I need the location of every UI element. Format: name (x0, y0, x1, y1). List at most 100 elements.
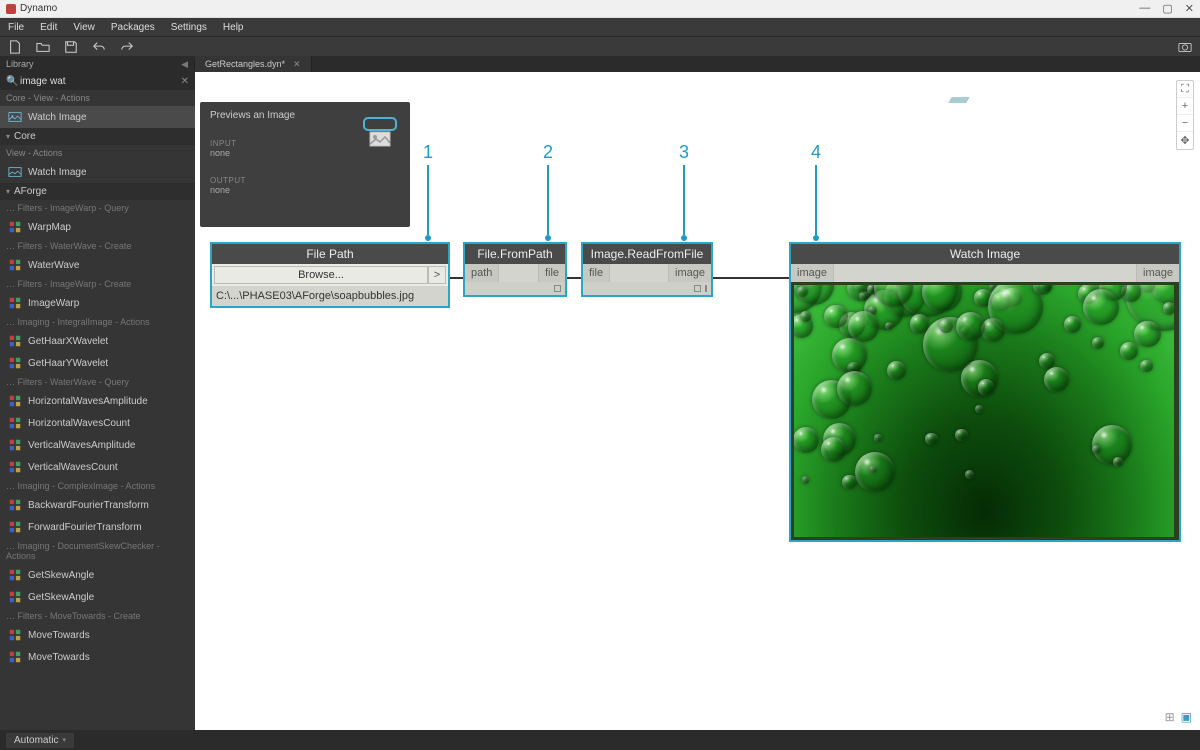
output-port-image[interactable]: image (668, 264, 711, 282)
library-panel: 🔍 ✕ Core - View - Actions Watch Image Co… (0, 72, 195, 730)
maximize-button[interactable]: ▢ (1162, 2, 1172, 15)
canvas-nav-controls: ⛶ + − ✥ (1176, 80, 1194, 150)
input-port-image[interactable]: image (791, 264, 834, 282)
library-item[interactable]: GetSkewAngle (0, 564, 195, 586)
node-watch-image[interactable]: Watch Image image image (789, 242, 1181, 542)
input-port-file[interactable]: file (583, 264, 610, 282)
minimize-button[interactable]: — (1139, 2, 1150, 15)
clear-search-icon[interactable]: ✕ (181, 76, 189, 87)
open-file-icon[interactable] (36, 40, 50, 54)
annotation-1: 1 (423, 142, 433, 241)
status-bar: Automatic (0, 730, 1200, 750)
menu-settings[interactable]: Settings (171, 22, 207, 33)
watch-image-preview (791, 282, 1179, 540)
library-item[interactable]: WaterWave (0, 254, 195, 276)
lacing-icon[interactable] (694, 285, 701, 292)
library-item[interactable]: BackwardFourierTransform (0, 494, 195, 516)
graph-canvas[interactable]: Previews an Image INPUT none OUTPUT none… (195, 72, 1200, 730)
run-mode-dropdown[interactable]: Automatic (6, 733, 74, 748)
library-subpath: Filters - WaterWave - Create (0, 238, 195, 254)
node-icon (8, 498, 22, 512)
menu-edit[interactable]: Edit (40, 22, 57, 33)
input-port-path[interactable]: path (465, 264, 499, 282)
menu-file[interactable]: File (8, 22, 24, 33)
node-icon (8, 296, 22, 310)
watch-image-icon (8, 165, 22, 179)
new-file-icon[interactable] (8, 40, 22, 54)
undo-icon[interactable] (92, 40, 106, 54)
library-subpath: Imaging - IntegralImage - Actions (0, 314, 195, 330)
section-core[interactable]: Core (0, 128, 195, 145)
search-result-watch-image[interactable]: Watch Image (0, 106, 195, 128)
library-item-label: VerticalWavesAmplitude (28, 440, 135, 451)
library-item[interactable]: HorizontalWavesAmplitude (0, 390, 195, 412)
app-logo-icon (6, 4, 16, 14)
redo-icon[interactable] (120, 40, 134, 54)
search-result-label: Watch Image (28, 112, 87, 123)
tooltip-output-value: none (210, 185, 400, 195)
camera-icon[interactable] (1178, 40, 1192, 54)
toolbar (0, 36, 1200, 56)
library-subpath: Filters - WaterWave - Query (0, 374, 195, 390)
watch-image-icon (8, 110, 22, 124)
library-item-label: GetHaarXWavelet (28, 336, 108, 347)
menu-view[interactable]: View (73, 22, 95, 33)
node-footer (583, 282, 711, 295)
menu-packages[interactable]: Packages (111, 22, 155, 33)
pan-button[interactable]: ✥ (1177, 132, 1193, 149)
document-tab-label: GetRectangles.dyn* (205, 59, 285, 69)
library-item-label: GetSkewAngle (28, 592, 94, 603)
search-input[interactable] (20, 76, 181, 87)
node-icon (8, 220, 22, 234)
library-search: 🔍 ✕ (0, 72, 195, 90)
node-icon (8, 416, 22, 430)
output-port-file[interactable]: file (538, 264, 565, 282)
collapse-library-icon[interactable]: ◀ (181, 59, 188, 70)
browse-button[interactable]: Browse... (214, 266, 428, 284)
library-item[interactable]: VerticalWavesCount (0, 456, 195, 478)
library-item[interactable]: VerticalWavesAmplitude (0, 434, 195, 456)
library-item[interactable]: GetHaarXWavelet (0, 330, 195, 352)
library-item-label: HorizontalWavesCount (28, 418, 130, 429)
library-item[interactable]: MoveTowards (0, 646, 195, 668)
close-button[interactable]: ✕ (1185, 2, 1194, 15)
node-icon (8, 258, 22, 272)
tooltip-image-icon (360, 112, 400, 152)
library-item[interactable]: MoveTowards (0, 624, 195, 646)
menu-help[interactable]: Help (223, 22, 244, 33)
library-item-label: BackwardFourierTransform (28, 500, 149, 511)
browse-expand-button[interactable]: > (428, 266, 446, 284)
annotation-4: 4 (811, 142, 821, 241)
save-icon[interactable] (64, 40, 78, 54)
library-item-label: GetHaarYWavelet (28, 358, 108, 369)
library-item[interactable]: ImageWarp (0, 292, 195, 314)
library-item[interactable]: WarpMap (0, 216, 195, 238)
canvas-mode-icons: ⊞ ▣ (1165, 710, 1192, 724)
tooltip-output-label: OUTPUT (210, 176, 400, 185)
library-scroll[interactable]: Filters - ImageWarp - QueryWarpMapFilter… (0, 200, 195, 730)
library-item-label: WaterWave (28, 260, 80, 271)
zoom-out-button[interactable]: − (1177, 115, 1193, 132)
document-tab[interactable]: GetRectangles.dyn* ✕ (195, 56, 312, 72)
node-image-read-from-file[interactable]: Image.ReadFromFile file image (581, 242, 713, 297)
graph-view-icon[interactable]: ⊞ (1165, 710, 1175, 724)
output-port-image[interactable]: image (1136, 264, 1179, 282)
library-item[interactable]: HorizontalWavesCount (0, 412, 195, 434)
library-item-watch-image[interactable]: Watch Image (0, 161, 195, 183)
node-tooltip: Previews an Image INPUT none OUTPUT none (200, 102, 410, 227)
section-aforge[interactable]: AForge (0, 183, 195, 200)
node-icon (8, 438, 22, 452)
app-title: Dynamo (20, 3, 57, 14)
zoom-in-button[interactable]: + (1177, 98, 1193, 115)
library-item[interactable]: GetHaarYWavelet (0, 352, 195, 374)
core-sub-path: View - Actions (0, 145, 195, 161)
lacing-icon[interactable] (554, 285, 561, 292)
library-item[interactable]: ForwardFourierTransform (0, 516, 195, 538)
fit-view-button[interactable]: ⛶ (1177, 81, 1193, 98)
annotation-3: 3 (679, 142, 689, 241)
node-file-from-path[interactable]: File.FromPath path file (463, 242, 567, 297)
close-tab-icon[interactable]: ✕ (293, 59, 301, 70)
library-item[interactable]: GetSkewAngle (0, 586, 195, 608)
geometry-view-icon[interactable]: ▣ (1181, 710, 1192, 724)
node-file-path[interactable]: File Path Browse... > C:\...\PHASE03\AFo… (210, 242, 450, 308)
